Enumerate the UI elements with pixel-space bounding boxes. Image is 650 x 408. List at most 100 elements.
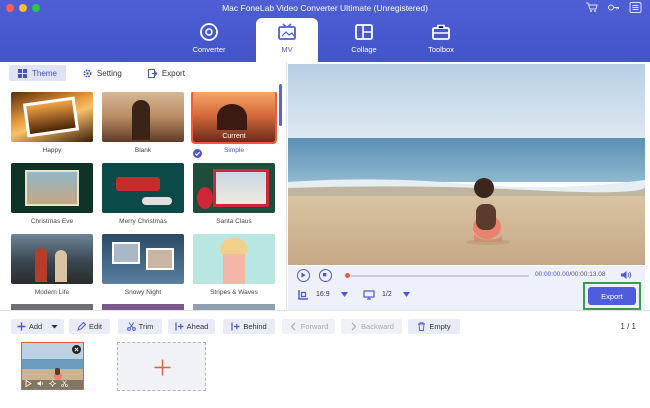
clip-remove-button[interactable] <box>72 345 81 354</box>
forward-icon <box>290 322 296 331</box>
top-right-icons <box>585 2 642 13</box>
theme-item[interactable]: Stripes & Waves <box>193 234 275 296</box>
tab-toolbox[interactable]: Toolbox <box>410 18 472 62</box>
scissors-icon[interactable] <box>61 380 68 387</box>
tab-setting[interactable]: Setting <box>74 65 131 81</box>
theme-thumbnail <box>11 92 93 142</box>
tab-mv[interactable]: MV <box>256 18 318 62</box>
panel-tabs: Theme Setting Export <box>9 65 194 81</box>
theme-name: Simple <box>224 147 244 154</box>
theme-item[interactable]: Merry Christmas <box>102 163 184 225</box>
tab-setting-label: Setting <box>96 68 122 78</box>
chevron-down-icon[interactable] <box>51 323 58 330</box>
edit-button[interactable]: Edit <box>69 319 110 334</box>
volume-icon[interactable] <box>37 380 44 387</box>
aspect-ratio-value[interactable]: 16:9 <box>316 291 330 298</box>
theme-item[interactable]: Modern Life <box>11 234 93 296</box>
theme-name: Happy <box>42 147 62 154</box>
theme-panel: Theme Setting Export Happy Blank Current… <box>5 62 285 310</box>
chevron-down-icon[interactable] <box>403 292 410 297</box>
theme-scrollbar[interactable] <box>279 84 282 126</box>
play-icon[interactable] <box>25 380 32 387</box>
empty-label: Empty <box>429 322 451 331</box>
behind-button[interactable]: Behind <box>223 319 275 334</box>
timeline-toolbar: Add Edit Trim Ahead Behind Forward Backw… <box>0 310 650 408</box>
theme-item[interactable]: Snowy Night <box>102 234 184 296</box>
aspect-ratio-icon <box>298 290 308 300</box>
theme-item-selected[interactable]: Current Simple <box>191 92 277 158</box>
behind-icon <box>231 322 240 331</box>
trim-button[interactable]: Trim <box>118 319 162 334</box>
theme-name: Christmas Eve <box>30 218 74 225</box>
theme-name: Modern Life <box>34 289 70 296</box>
progress-track[interactable] <box>351 275 529 277</box>
ahead-icon <box>175 322 184 331</box>
play-button[interactable] <box>297 269 310 282</box>
ahead-button[interactable]: Ahead <box>168 319 215 334</box>
tab-theme[interactable]: Theme <box>9 65 66 81</box>
video-preview[interactable] <box>288 64 645 265</box>
theme-name: Snowy Night <box>124 289 162 296</box>
theme-item[interactable]: Blank <box>102 92 184 154</box>
add-label: Add <box>28 322 43 331</box>
tab-converter[interactable]: Converter <box>178 18 240 62</box>
check-icon <box>193 149 202 158</box>
forward-label: Forward <box>300 322 329 331</box>
tab-toolbox-label: Toolbox <box>428 45 454 54</box>
stop-button[interactable] <box>319 269 332 282</box>
theme-thumbnail <box>102 92 184 142</box>
theme-name: Merry Christmas <box>119 218 167 225</box>
theme-thumbnail <box>11 163 93 213</box>
tab-collage-label: Collage <box>351 45 377 54</box>
theme-item[interactable]: Santa Claus <box>193 163 275 225</box>
converter-icon <box>200 23 218 41</box>
grid-icon <box>18 68 27 78</box>
theme-thumbnail <box>102 234 184 284</box>
stop-icon <box>322 272 327 277</box>
menu-icon[interactable] <box>629 2 642 13</box>
forward-button[interactable]: Forward <box>282 319 335 334</box>
ahead-label: Ahead <box>186 322 209 331</box>
scale-value[interactable]: 1/2 <box>382 291 392 298</box>
beach-scene <box>288 64 645 265</box>
theme-name: Santa Claus <box>216 218 252 225</box>
plus-icon <box>17 322 26 331</box>
trim-label: Trim <box>138 322 154 331</box>
main-nav: Converter MV Collage Toolbox <box>0 18 650 62</box>
export-button[interactable]: Export <box>588 287 636 305</box>
empty-button[interactable]: Empty <box>408 319 460 334</box>
backward-button[interactable]: Backward <box>341 319 402 334</box>
tab-collage[interactable]: Collage <box>333 18 395 62</box>
play-icon <box>301 272 306 278</box>
theme-item[interactable]: Happy <box>11 92 93 154</box>
cart-icon[interactable] <box>585 2 598 13</box>
add-button[interactable]: Add <box>11 319 64 334</box>
edit-label: Edit <box>89 322 102 331</box>
window-title: Mac FoneLab Video Converter Ultimate (Un… <box>222 3 428 13</box>
export-icon <box>147 68 157 78</box>
close-icon <box>74 347 79 352</box>
backward-label: Backward <box>361 322 394 331</box>
progress-handle[interactable] <box>345 273 350 278</box>
current-label: Current <box>222 133 246 140</box>
trash-icon <box>418 322 426 331</box>
effects-icon[interactable] <box>49 380 56 387</box>
monitor-icon <box>363 290 375 300</box>
chevron-down-icon[interactable] <box>341 292 348 297</box>
total-time: /00:00:13.08 <box>569 271 606 278</box>
collage-icon <box>355 24 373 40</box>
timeline-clip[interactable] <box>21 342 84 390</box>
mv-icon <box>278 23 296 40</box>
volume-icon[interactable] <box>620 270 632 280</box>
add-clip-placeholder[interactable] <box>117 342 206 391</box>
theme-thumbnail: Current <box>191 92 277 144</box>
behind-label: Behind <box>243 322 267 331</box>
theme-item[interactable]: Christmas Eve <box>11 163 93 225</box>
panel-divider <box>286 62 287 310</box>
key-icon[interactable] <box>607 2 620 13</box>
tab-mv-label: MV <box>281 45 293 54</box>
tab-export[interactable]: Export <box>139 65 194 81</box>
theme-name: Blank <box>134 147 152 154</box>
plus-icon <box>154 359 171 376</box>
tab-theme-label: Theme <box>32 68 57 78</box>
